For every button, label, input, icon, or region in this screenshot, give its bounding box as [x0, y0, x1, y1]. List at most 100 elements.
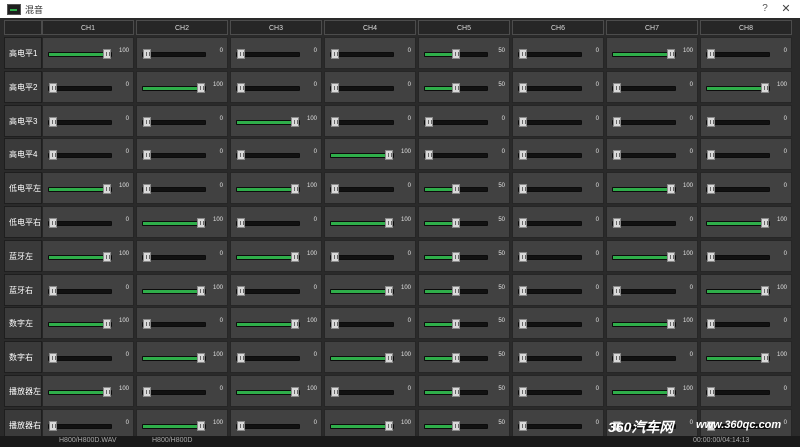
slider-handle[interactable] — [103, 319, 111, 330]
slider-handle[interactable] — [291, 184, 299, 195]
level-slider[interactable] — [706, 387, 770, 397]
slider-handle[interactable] — [331, 251, 339, 262]
level-slider[interactable] — [612, 49, 676, 59]
slider-handle[interactable] — [237, 150, 245, 161]
slider-handle[interactable] — [143, 49, 151, 59]
slider-handle[interactable] — [667, 319, 675, 330]
level-slider[interactable] — [706, 82, 770, 93]
level-slider[interactable] — [706, 285, 770, 296]
level-slider[interactable] — [142, 420, 206, 431]
slider-handle[interactable] — [613, 285, 621, 296]
level-slider[interactable] — [612, 150, 676, 161]
level-slider[interactable] — [424, 251, 488, 262]
level-slider[interactable] — [48, 353, 112, 364]
level-slider[interactable] — [518, 420, 582, 431]
level-slider[interactable] — [518, 82, 582, 93]
level-slider[interactable] — [424, 184, 488, 195]
level-slider[interactable] — [142, 319, 206, 330]
level-slider[interactable] — [518, 387, 582, 397]
slider-handle[interactable] — [452, 420, 460, 431]
level-slider[interactable] — [142, 285, 206, 296]
slider-handle[interactable] — [761, 353, 769, 364]
slider-handle[interactable] — [385, 150, 393, 161]
slider-handle[interactable] — [385, 353, 393, 364]
slider-handle[interactable] — [425, 116, 433, 127]
level-slider[interactable] — [706, 218, 770, 228]
slider-handle[interactable] — [237, 420, 245, 431]
slider-handle[interactable] — [103, 49, 111, 59]
slider-handle[interactable] — [519, 420, 527, 431]
slider-handle[interactable] — [49, 218, 57, 228]
level-slider[interactable] — [142, 184, 206, 195]
slider-handle[interactable] — [291, 116, 299, 127]
slider-handle[interactable] — [452, 387, 460, 397]
level-slider[interactable] — [518, 150, 582, 161]
level-slider[interactable] — [48, 387, 112, 397]
level-slider[interactable] — [48, 49, 112, 59]
slider-handle[interactable] — [197, 353, 205, 364]
slider-handle[interactable] — [291, 387, 299, 397]
slider-handle[interactable] — [385, 420, 393, 431]
level-slider[interactable] — [142, 150, 206, 161]
slider-handle[interactable] — [49, 353, 57, 364]
slider-handle[interactable] — [49, 420, 57, 431]
slider-handle[interactable] — [103, 251, 111, 262]
level-slider[interactable] — [424, 319, 488, 330]
level-slider[interactable] — [424, 420, 488, 431]
level-slider[interactable] — [236, 387, 300, 397]
level-slider[interactable] — [424, 49, 488, 59]
level-slider[interactable] — [142, 82, 206, 93]
level-slider[interactable] — [48, 116, 112, 127]
level-slider[interactable] — [518, 49, 582, 59]
slider-handle[interactable] — [613, 218, 621, 228]
level-slider[interactable] — [330, 150, 394, 161]
slider-handle[interactable] — [707, 116, 715, 127]
help-button[interactable]: ? — [755, 1, 775, 17]
level-slider[interactable] — [330, 116, 394, 127]
slider-handle[interactable] — [519, 319, 527, 330]
slider-handle[interactable] — [197, 285, 205, 296]
level-slider[interactable] — [612, 387, 676, 397]
slider-handle[interactable] — [103, 387, 111, 397]
slider-handle[interactable] — [519, 82, 527, 93]
slider-handle[interactable] — [331, 49, 339, 59]
level-slider[interactable] — [612, 285, 676, 296]
slider-handle[interactable] — [197, 218, 205, 228]
slider-handle[interactable] — [613, 150, 621, 161]
slider-handle[interactable] — [452, 353, 460, 364]
slider-handle[interactable] — [667, 184, 675, 195]
slider-handle[interactable] — [143, 184, 151, 195]
level-slider[interactable] — [236, 150, 300, 161]
slider-handle[interactable] — [761, 285, 769, 296]
slider-handle[interactable] — [331, 82, 339, 93]
level-slider[interactable] — [236, 353, 300, 364]
level-slider[interactable] — [518, 218, 582, 228]
slider-handle[interactable] — [452, 184, 460, 195]
level-slider[interactable] — [706, 150, 770, 161]
slider-handle[interactable] — [385, 218, 393, 228]
slider-handle[interactable] — [291, 319, 299, 330]
level-slider[interactable] — [48, 150, 112, 161]
level-slider[interactable] — [612, 353, 676, 364]
slider-handle[interactable] — [452, 251, 460, 262]
slider-handle[interactable] — [331, 387, 339, 397]
slider-handle[interactable] — [707, 251, 715, 262]
slider-handle[interactable] — [49, 116, 57, 127]
level-slider[interactable] — [48, 218, 112, 228]
level-slider[interactable] — [612, 184, 676, 195]
slider-handle[interactable] — [519, 150, 527, 161]
level-slider[interactable] — [424, 387, 488, 397]
level-slider[interactable] — [518, 184, 582, 195]
close-button[interactable]: ✕ — [776, 1, 796, 17]
slider-handle[interactable] — [707, 387, 715, 397]
level-slider[interactable] — [518, 285, 582, 296]
level-slider[interactable] — [330, 420, 394, 431]
level-slider[interactable] — [612, 251, 676, 262]
slider-handle[interactable] — [49, 150, 57, 161]
slider-handle[interactable] — [613, 116, 621, 127]
slider-handle[interactable] — [49, 82, 57, 93]
level-slider[interactable] — [330, 353, 394, 364]
level-slider[interactable] — [330, 184, 394, 195]
level-slider[interactable] — [236, 184, 300, 195]
level-slider[interactable] — [142, 49, 206, 59]
